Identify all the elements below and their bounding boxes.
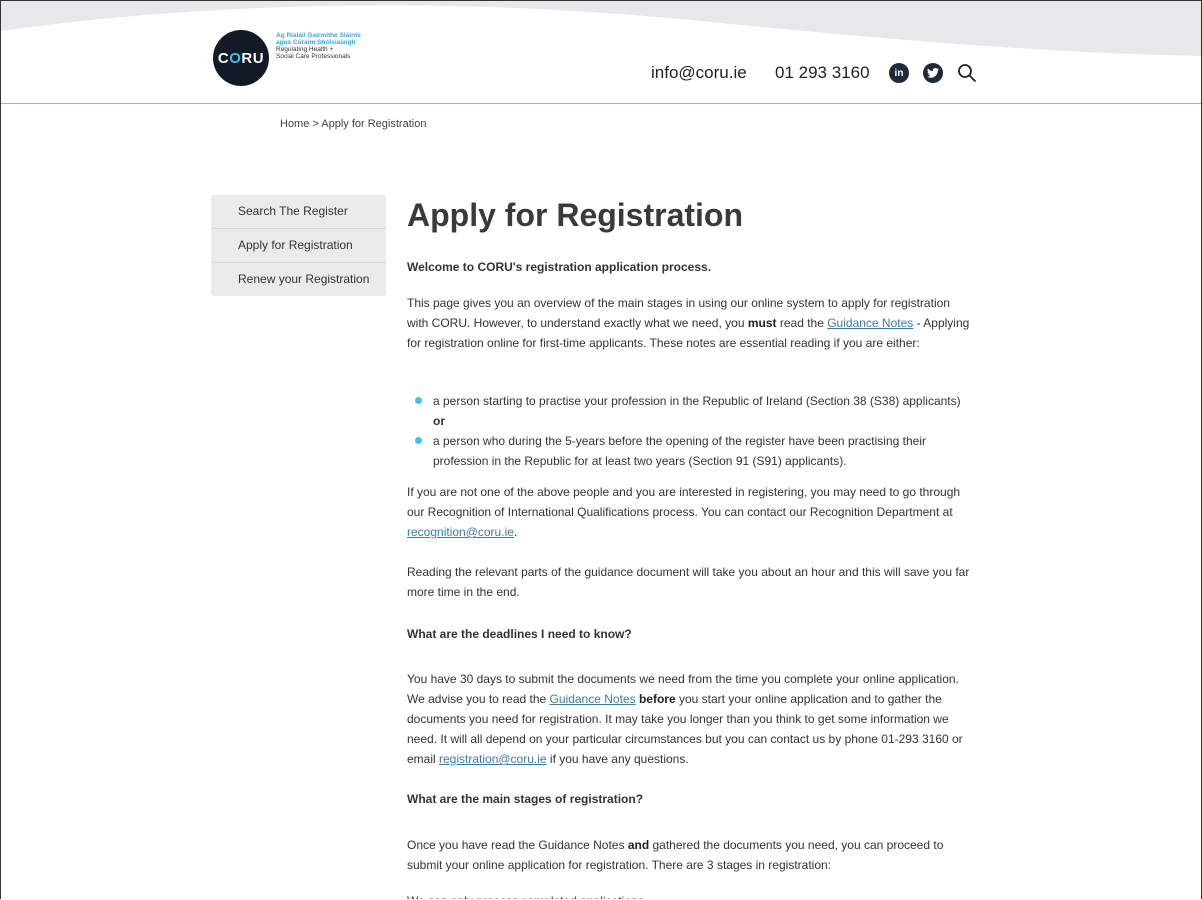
- bullet-icon: [415, 397, 422, 404]
- applicant-type-list: a person starting to practise your profe…: [407, 391, 967, 471]
- header-email-link[interactable]: info@coru.ie: [651, 63, 747, 83]
- recognition-paragraph: If you are not one of the above people a…: [407, 482, 967, 542]
- sidebar-item-apply-registration[interactable]: Apply for Registration: [211, 229, 386, 263]
- linkedin-icon[interactable]: in: [889, 63, 909, 83]
- deadlines-before: before: [638, 692, 676, 706]
- guidance-notes-link-2[interactable]: Guidance Notes: [550, 692, 636, 706]
- logo-english-line2: Social Care Professionals: [276, 53, 351, 60]
- logo-text: Ag Rialáil Gairmithe Sláinte agus Cúraim…: [276, 32, 416, 60]
- stages-text-1: Once you have read the Guidance Notes: [407, 838, 628, 852]
- reading-paragraph: Reading the relevant parts of the guidan…: [407, 565, 970, 599]
- deadlines-heading: What are the deadlines I need to know?: [407, 627, 632, 641]
- complete-applications-text: We can only process completed applicatio…: [407, 891, 647, 899]
- main-content: Apply for Registration Welcome to CORU's…: [407, 193, 977, 899]
- sidebar-nav: Search The Register Apply for Registrati…: [211, 195, 386, 296]
- intro-paragraph: This page gives you an overview of the m…: [407, 293, 972, 353]
- bullet-text: a person starting to practise your profe…: [433, 394, 961, 408]
- sidebar-item-renew-registration[interactable]: Renew your Registration: [211, 263, 386, 296]
- intro-text-2: read the: [776, 316, 828, 330]
- sidebar-item-search-register[interactable]: Search The Register: [211, 195, 386, 229]
- recognition-end: .: [513, 525, 518, 539]
- list-item: a person who during the 5-years before t…: [407, 431, 967, 471]
- recognition-text: If you are not one of the above people a…: [407, 485, 961, 519]
- recognition-email-link[interactable]: recognition@coru.ie: [407, 525, 514, 539]
- guidance-notes-link[interactable]: Guidance Notes: [827, 316, 913, 330]
- site-header: C O RU Ag Rialáil Gairmithe Sláinte agus C…: [1, 1, 1201, 104]
- intro-must: must: [747, 316, 777, 330]
- bullet-bold: or: [433, 414, 445, 428]
- stages-paragraph: Once you have read the Guidance Notes an…: [407, 835, 977, 875]
- stages-heading: What are the main stages of registration…: [407, 792, 644, 806]
- stages-and: and: [627, 838, 650, 852]
- registration-email-link[interactable]: registration@coru.ie: [439, 752, 547, 766]
- bullet-icon: [415, 437, 422, 444]
- bullet-text: a person who during the 5-years before t…: [433, 434, 926, 468]
- welcome-text: Welcome to CORU's registration applicati…: [407, 260, 712, 274]
- page-title: Apply for Registration: [407, 197, 744, 233]
- logo-english-line1: Regulating Health +: [276, 46, 334, 53]
- logo-mark: C O RU: [213, 30, 269, 86]
- twitter-icon[interactable]: [923, 63, 943, 83]
- list-item: a person starting to practise your profe…: [407, 391, 967, 431]
- logo-irish-line2: agus Cúraim Shóisialaigh: [276, 39, 356, 46]
- deadlines-text-3: if you have any questions.: [546, 752, 689, 766]
- deadlines-paragraph: You have 30 days to submit the documents…: [407, 669, 977, 769]
- search-icon[interactable]: [957, 63, 977, 83]
- page-frame: C O RU Ag Rialáil Gairmithe Sláinte agus C…: [0, 0, 1202, 899]
- breadcrumb[interactable]: Home > Apply for Registration: [280, 118, 426, 130]
- header-phone-link[interactable]: 01 293 3160: [775, 63, 870, 83]
- logo-irish-line1: Ag Rialáil Gairmithe Sláinte: [276, 32, 361, 39]
